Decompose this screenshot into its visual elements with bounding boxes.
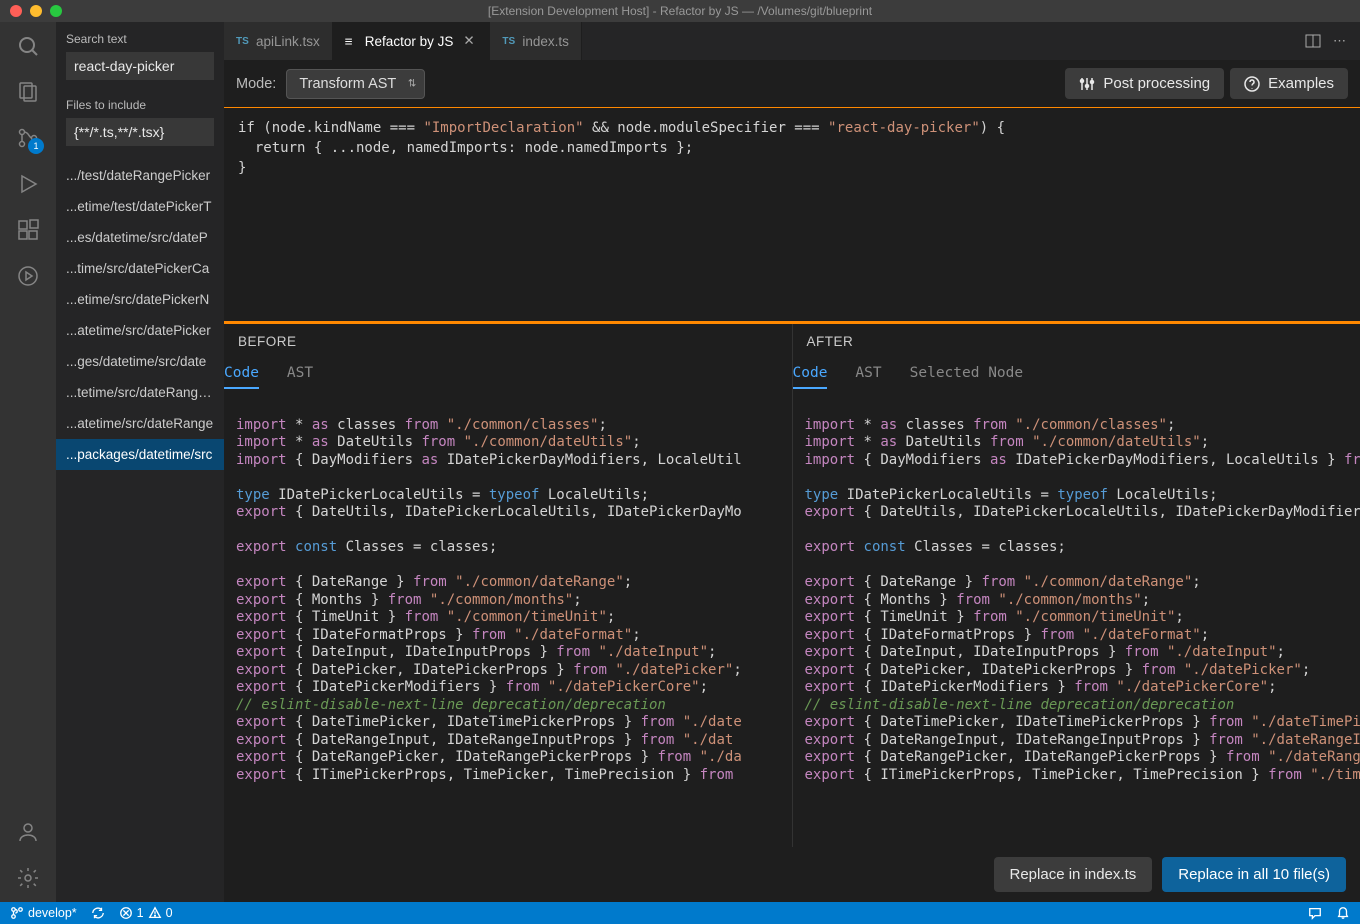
more-actions-icon[interactable]: ⋯ [1333,33,1346,49]
after-code[interactable]: import * as classes from "./common/class… [793,389,1360,847]
list-item[interactable]: ...atetime/src/dateRange [56,408,224,439]
list-item[interactable]: ...packages/datetime/src [56,439,224,470]
warning-count: 0 [166,906,173,920]
sync-button[interactable] [91,906,105,920]
before-header: BEFORE [224,324,792,359]
split-editor-icon[interactable] [1305,33,1321,49]
traffic-lights [0,5,62,17]
tab-label: Refactor by JS [365,34,454,49]
scm-badge: 1 [28,138,44,154]
list-item[interactable]: .../test/dateRangePicker [56,160,224,191]
mode-label: Mode: [236,76,276,92]
error-count: 1 [137,906,144,920]
close-tab-icon[interactable]: ✕ [463,33,477,49]
list-item[interactable]: ...tetime/src/dateRangeP [56,377,224,408]
before-tab-ast[interactable]: AST [287,365,313,389]
list-item[interactable]: ...etime/src/datePickerN [56,284,224,315]
activity-bar: 1 [0,22,56,902]
refactor-icon[interactable] [14,262,42,290]
debug-icon[interactable] [14,170,42,198]
sliders-icon [1079,76,1095,92]
replace-all-button[interactable]: Replace in all 10 file(s) [1162,857,1346,892]
tab-index[interactable]: TS index.ts [490,22,582,60]
tab-label: apiLink.tsx [256,34,320,49]
accounts-icon[interactable] [14,818,42,846]
before-tab-code[interactable]: Code [224,365,259,389]
after-tab-selected[interactable]: Selected Node [910,365,1024,389]
search-text-label: Search text [56,22,224,50]
minimize-window-button[interactable] [30,5,42,17]
after-panel: AFTER Code AST Selected Node import * as… [793,324,1360,847]
list-item[interactable]: ...etime/test/datePickerT [56,191,224,222]
files-include-input[interactable] [66,118,214,146]
tab-apilink[interactable]: TS apiLink.tsx [224,22,333,60]
transform-code-editor[interactable]: if (node.kindName === "ImportDeclaration… [224,107,1360,322]
maximize-window-button[interactable] [50,5,62,17]
problems-button[interactable]: 1 0 [119,906,173,920]
list-item[interactable]: ...time/src/datePickerCa [56,253,224,284]
after-tab-ast[interactable]: AST [855,365,881,389]
help-icon [1244,76,1260,92]
post-processing-button[interactable]: Post processing [1065,68,1224,99]
examples-button[interactable]: Examples [1230,68,1348,99]
file-results-list: .../test/dateRangePicker ...etime/test/d… [56,160,224,470]
after-header: AFTER [793,324,1360,359]
editor-tabs: TS apiLink.tsx ≡ Refactor by JS ✕ TS ind… [224,22,1360,60]
status-bar: develop* 1 0 [0,902,1360,924]
before-tabs: Code AST [224,359,792,389]
source-control-icon[interactable]: 1 [14,124,42,152]
tab-refactor[interactable]: ≡ Refactor by JS ✕ [333,22,491,60]
branch-name: develop* [28,906,77,920]
explorer-icon[interactable] [14,78,42,106]
post-processing-label: Post processing [1103,75,1210,92]
list-item[interactable]: ...atetime/src/datePicker [56,315,224,346]
after-tab-code[interactable]: Code [793,365,828,389]
mode-select[interactable]: Transform AST ⇅ [286,69,425,99]
ts-file-icon: TS [236,34,250,48]
after-tabs: Code AST Selected Node [793,359,1360,389]
before-code[interactable]: import * as classes from "./common/class… [224,389,792,847]
bell-icon[interactable] [1336,906,1350,920]
chevron-updown-icon: ⇅ [408,78,416,89]
search-icon[interactable] [14,32,42,60]
window-title: [Extension Development Host] - Refactor … [488,4,872,18]
refactor-toolbar: Mode: Transform AST ⇅ Post processing Ex… [224,60,1360,107]
ts-file-icon: TS [502,34,516,48]
replace-current-button[interactable]: Replace in index.ts [994,857,1153,892]
files-include-label: Files to include [56,88,224,116]
before-panel: BEFORE Code AST import * as classes from… [224,324,793,847]
branch-button[interactable]: develop* [10,906,77,920]
menu-icon: ≡ [345,34,359,48]
action-buttons: Replace in index.ts Replace in all 10 fi… [224,847,1360,902]
examples-label: Examples [1268,75,1334,92]
window-titlebar: [Extension Development Host] - Refactor … [0,0,1360,22]
tab-label: index.ts [522,34,569,49]
extensions-icon[interactable] [14,216,42,244]
sidebar: Search text Files to include .../test/da… [56,22,224,902]
feedback-icon[interactable] [1308,906,1322,920]
list-item[interactable]: ...ges/datetime/src/date [56,346,224,377]
close-window-button[interactable] [10,5,22,17]
search-text-input[interactable] [66,52,214,80]
settings-icon[interactable] [14,864,42,892]
list-item[interactable]: ...es/datetime/src/dateP [56,222,224,253]
mode-select-value: Transform AST [299,76,396,92]
